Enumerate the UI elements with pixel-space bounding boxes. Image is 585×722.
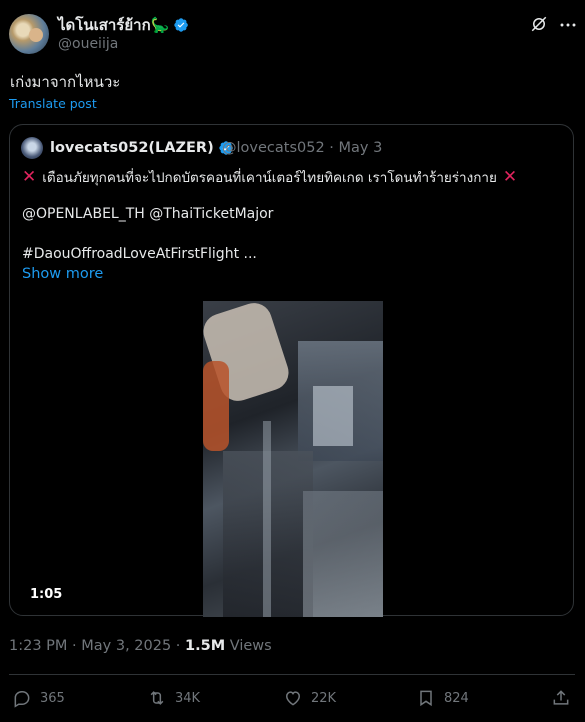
quoted-handle-date: @lovecats052 · May 3 (222, 140, 383, 156)
repost-icon (150, 691, 164, 705)
repost-button[interactable]: 34K (147, 688, 200, 708)
share-button[interactable] (551, 688, 571, 708)
more-options-icon[interactable] (560, 22, 576, 28)
share-icon (553, 690, 569, 705)
verified-badge-icon (174, 18, 189, 32)
reply-button[interactable]: 365 (12, 688, 65, 708)
bookmark-button[interactable]: 824 (416, 688, 469, 708)
quoted-mentions: @OPENLABEL_TH @ThaiTicketMajor (22, 206, 274, 222)
cross-mark-icon: ✕ (22, 166, 37, 187)
show-more-link[interactable]: Show more (22, 266, 103, 282)
quoted-author-name-row: lovecats052(LAZER) (50, 140, 234, 156)
reply-icon (14, 691, 30, 708)
bookmark-icon (420, 690, 432, 707)
post-text: เก่งมาจากไหนวะ (10, 73, 121, 91)
like-count: 22K (311, 690, 337, 706)
views-count: 1.5M (185, 638, 226, 654)
translate-post-link[interactable]: Translate post (9, 96, 97, 111)
author-name-row[interactable]: ไดโนเสาร์ย้าก🦕 (58, 13, 189, 37)
quoted-text-line: ✕ เตือนภัยทุกคนที่จะไปกดบัตรคอนที่เคาน์เ… (22, 166, 517, 188)
quoted-warning-text: เตือนภัยทุกคนที่จะไปกดบัตรคอนที่เคาน์เตอ… (42, 170, 497, 186)
author-display-name[interactable]: ไดโนเสาร์ย้าก🦕 (58, 13, 169, 37)
bookmark-count: 824 (444, 690, 469, 706)
timestamp-text[interactable]: 1:23 PM · May 3, 2025 · (9, 638, 185, 654)
quoted-author-display-name: lovecats052(LAZER) (50, 140, 214, 156)
views-label: Views (225, 638, 272, 654)
cross-mark-icon: ✕ (502, 166, 518, 187)
author-handle[interactable]: @oueiija (58, 36, 118, 52)
video-player[interactable] (203, 301, 383, 617)
divider (9, 674, 575, 675)
grok-icon[interactable] (530, 15, 548, 33)
post-timestamp: 1:23 PM · May 3, 2025 · 1.5M Views (9, 638, 272, 654)
quoted-hashtag: #DaouOffroadLoveAtFirstFlight ... (22, 246, 257, 262)
author-avatar[interactable] (9, 14, 49, 54)
video-duration: 1:05 (24, 586, 69, 603)
quoted-author-avatar (21, 137, 43, 159)
heart-icon (285, 691, 301, 706)
like-button[interactable]: 22K (283, 688, 336, 708)
reply-count: 365 (40, 690, 65, 706)
repost-count: 34K (175, 690, 201, 706)
